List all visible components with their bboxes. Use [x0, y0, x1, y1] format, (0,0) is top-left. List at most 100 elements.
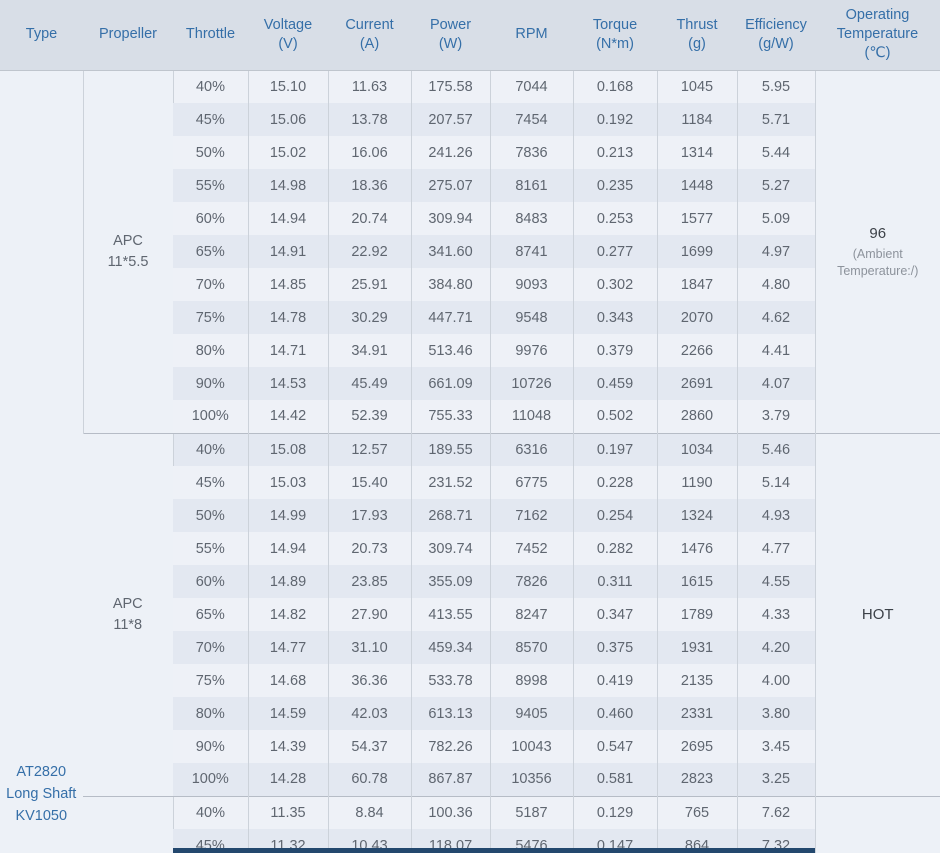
- cell-current: 27.90: [328, 598, 411, 631]
- cell-rpm: 11048: [490, 400, 573, 433]
- cell-throttle: 45%: [173, 103, 248, 136]
- cell-voltage: 14.78: [248, 301, 328, 334]
- cell-torque: 0.459: [573, 367, 657, 400]
- cell-torque: 0.379: [573, 334, 657, 367]
- cell-throttle: 55%: [173, 532, 248, 565]
- cell-propeller: APC 11*8: [83, 433, 173, 796]
- cell-power: 341.60: [411, 235, 490, 268]
- cell-voltage: 14.98: [248, 169, 328, 202]
- column-header-propeller: Propeller: [83, 0, 173, 70]
- cell-throttle: 75%: [173, 664, 248, 697]
- cell-voltage: 14.28: [248, 763, 328, 796]
- cell-torque: 0.581: [573, 763, 657, 796]
- cell-power: 782.26: [411, 730, 490, 763]
- cell-torque: 0.547: [573, 730, 657, 763]
- column-header-type: Type: [0, 0, 83, 70]
- cell-power: 661.09: [411, 367, 490, 400]
- cell-voltage: 14.99: [248, 499, 328, 532]
- cell-torque: 0.168: [573, 70, 657, 103]
- cell-power: 513.46: [411, 334, 490, 367]
- cell-throttle: 70%: [173, 268, 248, 301]
- cell-throttle: 60%: [173, 565, 248, 598]
- cell-thrust: 2331: [657, 697, 737, 730]
- cell-torque: 0.192: [573, 103, 657, 136]
- cell-current: 15.40: [328, 466, 411, 499]
- cell-throttle: 65%: [173, 235, 248, 268]
- propeller-label: APC 11*5.5: [84, 231, 173, 273]
- cell-current: 60.78: [328, 763, 411, 796]
- cell-rpm: 8247: [490, 598, 573, 631]
- column-header-rpm: RPM: [490, 0, 573, 70]
- cell-current: 20.73: [328, 532, 411, 565]
- cell-power: 755.33: [411, 400, 490, 433]
- cell-operating-temperature: [815, 796, 940, 853]
- cell-efficiency: 5.44: [737, 136, 815, 169]
- cell-voltage: 14.59: [248, 697, 328, 730]
- cell-efficiency: 4.00: [737, 664, 815, 697]
- cell-voltage: 15.06: [248, 103, 328, 136]
- cell-rpm: 7044: [490, 70, 573, 103]
- cell-current: 17.93: [328, 499, 411, 532]
- cell-efficiency: 4.77: [737, 532, 815, 565]
- cell-thrust: 1615: [657, 565, 737, 598]
- cell-power: 459.34: [411, 631, 490, 664]
- cell-thrust: 1184: [657, 103, 737, 136]
- cell-thrust: 765: [657, 796, 737, 829]
- cell-voltage: 14.77: [248, 631, 328, 664]
- cell-thrust: 1034: [657, 433, 737, 466]
- cell-current: 11.63: [328, 70, 411, 103]
- cell-voltage: 15.02: [248, 136, 328, 169]
- cell-torque: 0.235: [573, 169, 657, 202]
- cell-thrust: 2691: [657, 367, 737, 400]
- cell-torque: 0.282: [573, 532, 657, 565]
- cell-thrust: 1789: [657, 598, 737, 631]
- cell-torque: 0.311: [573, 565, 657, 598]
- cell-torque: 0.375: [573, 631, 657, 664]
- cell-voltage: 14.94: [248, 532, 328, 565]
- cell-torque: 0.502: [573, 400, 657, 433]
- cell-thrust: 2823: [657, 763, 737, 796]
- cell-rpm: 9093: [490, 268, 573, 301]
- cell-rpm: 7454: [490, 103, 573, 136]
- type-label: AT2820 Long Shaft KV1050: [0, 761, 83, 827]
- cell-power: 175.58: [411, 70, 490, 103]
- cell-propeller: [83, 796, 173, 853]
- cell-current: 52.39: [328, 400, 411, 433]
- cell-torque: 0.213: [573, 136, 657, 169]
- cell-voltage: 14.85: [248, 268, 328, 301]
- cell-throttle: 40%: [173, 796, 248, 829]
- cell-efficiency: 3.25: [737, 763, 815, 796]
- cell-power: 533.78: [411, 664, 490, 697]
- cell-throttle: 45%: [173, 466, 248, 499]
- cell-power: 867.87: [411, 763, 490, 796]
- cell-power: 613.13: [411, 697, 490, 730]
- cell-efficiency: 4.20: [737, 631, 815, 664]
- cell-power: 268.71: [411, 499, 490, 532]
- cell-rpm: 10726: [490, 367, 573, 400]
- cell-torque: 0.253: [573, 202, 657, 235]
- cell-torque: 0.302: [573, 268, 657, 301]
- cell-throttle: 90%: [173, 730, 248, 763]
- cell-efficiency: 4.62: [737, 301, 815, 334]
- cell-current: 34.91: [328, 334, 411, 367]
- column-header-voltage: Voltage (V): [248, 0, 328, 70]
- cell-rpm: 8741: [490, 235, 573, 268]
- table-row: APC 11*840%15.0812.57189.5563160.1971034…: [0, 433, 940, 466]
- cell-thrust: 1476: [657, 532, 737, 565]
- cell-current: 8.84: [328, 796, 411, 829]
- cell-thrust: 2135: [657, 664, 737, 697]
- cell-thrust: 1314: [657, 136, 737, 169]
- cell-voltage: 14.71: [248, 334, 328, 367]
- cell-torque: 0.254: [573, 499, 657, 532]
- cell-rpm: 10043: [490, 730, 573, 763]
- cell-power: 309.94: [411, 202, 490, 235]
- cell-efficiency: 5.71: [737, 103, 815, 136]
- cell-thrust: 1448: [657, 169, 737, 202]
- cell-efficiency: 4.80: [737, 268, 815, 301]
- cell-throttle: 65%: [173, 598, 248, 631]
- cell-torque: 0.460: [573, 697, 657, 730]
- column-header-throttle: Throttle: [173, 0, 248, 70]
- cell-voltage: 14.68: [248, 664, 328, 697]
- cell-torque: 0.129: [573, 796, 657, 829]
- column-header-temperature: Operating Temperature (℃): [815, 0, 940, 70]
